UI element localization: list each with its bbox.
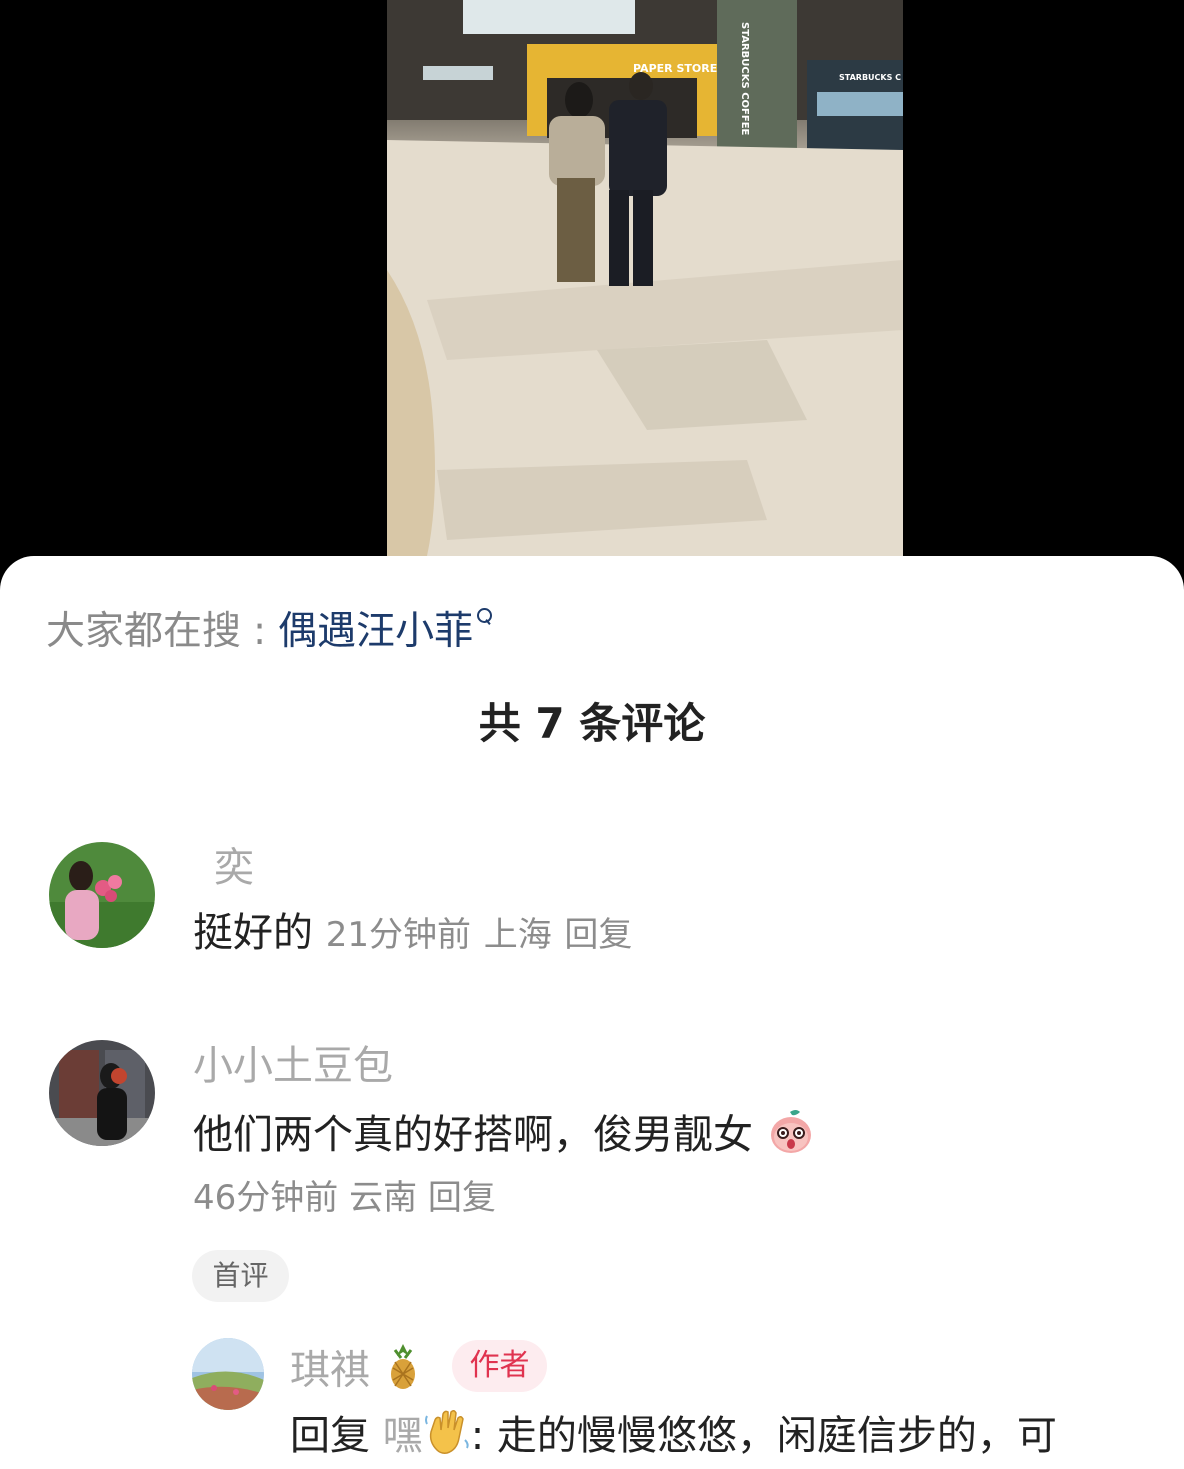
sign-paper-store: PAPER STORE — [633, 62, 717, 75]
sign-starbucks: STARBUCKS C — [839, 73, 901, 82]
reply-mention[interactable]: 嘿 — [383, 1413, 423, 1459]
author-badge: 作者 — [452, 1340, 547, 1392]
reply-username[interactable]: 琪祺 — [290, 1342, 423, 1403]
comments-sheet: 大家都在搜: 偶遇汪小菲 共 7 条评论 奕 挺好的 21分钟前 上海 回复 小… — [0, 556, 1184, 1469]
surprised-peach-emoji — [766, 1106, 816, 1168]
reply-username-text: 琪祺 — [290, 1347, 370, 1394]
comment-time: 46分钟前 — [193, 1178, 339, 1218]
comment-location: 云南 — [349, 1178, 418, 1218]
avatar[interactable] — [49, 842, 155, 948]
comment-count-title: 共 7 条评论 — [478, 699, 706, 748]
comment-text[interactable]: 他们两个真的好搭啊，俊男靓女 — [193, 1106, 816, 1168]
comment-location: 上海 — [483, 915, 552, 955]
comment-username[interactable]: 小小土豆包 — [193, 1042, 393, 1090]
waving-hand-emoji — [423, 1406, 471, 1469]
reply-prefix: 回复 — [290, 1413, 370, 1459]
avatar[interactable] — [49, 1040, 155, 1146]
post-photo[interactable]: PAPER STORE STARBUCKS COFFEE STARBUCKS C — [387, 0, 903, 556]
comment-body: 他们两个真的好搭啊，俊男靓女 — [193, 1112, 753, 1158]
trending-search-bar[interactable]: 大家都在搜: 偶遇汪小菲 — [46, 608, 493, 656]
comment-body: 挺好的 — [193, 910, 313, 956]
comment-time: 21分钟前 — [325, 915, 471, 955]
media-viewer[interactable]: PAPER STORE STARBUCKS COFFEE STARBUCKS C — [0, 0, 1184, 580]
reply-text[interactable]: 回复 嘿 : 走的慢慢悠悠，闲庭信步的，可 — [290, 1406, 1057, 1469]
comment-meta: 46分钟前 云南 回复 — [193, 1176, 496, 1220]
search-icon — [475, 608, 493, 630]
trending-search-prefix: 大家都在搜 — [46, 609, 242, 654]
first-comment-tag: 首评 — [192, 1250, 289, 1302]
comment-text[interactable]: 挺好的 21分钟前 上海 回复 — [193, 908, 632, 960]
sign-starbucks-vertical: STARBUCKS COFFEE — [739, 22, 750, 136]
avatar[interactable] — [192, 1338, 264, 1410]
pineapple-emoji — [383, 1342, 423, 1403]
trending-search-term[interactable]: 偶遇汪小菲 — [278, 609, 473, 654]
reply-body: : 走的慢慢悠悠，闲庭信步的，可 — [470, 1413, 1057, 1459]
trending-search-separator: : — [253, 609, 267, 654]
reply-button[interactable]: 回复 — [564, 915, 632, 955]
reply-button[interactable]: 回复 — [428, 1178, 496, 1218]
comment-username[interactable]: 奕 — [214, 844, 254, 892]
